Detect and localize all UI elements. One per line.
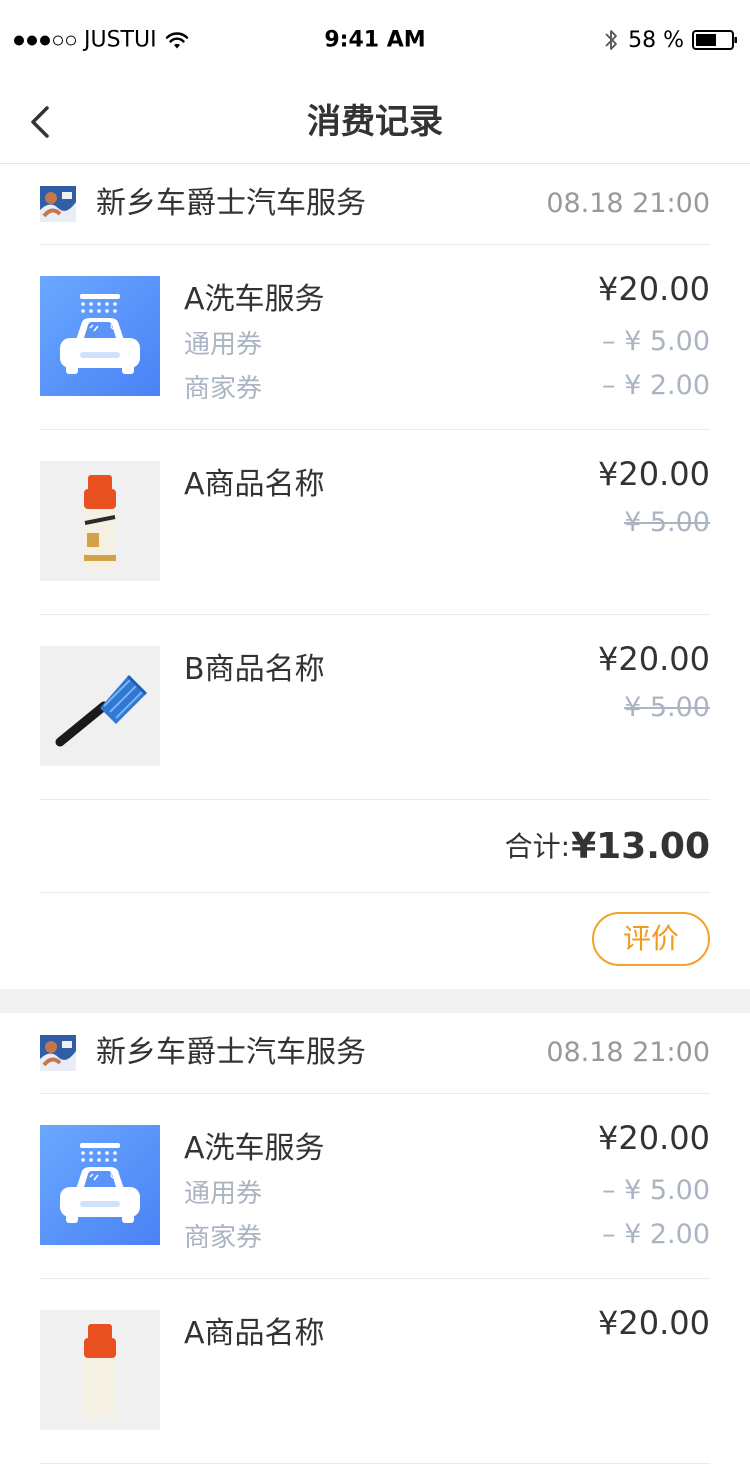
order-card: 新乡车爵士汽车服务 08.18 21:00 A洗车服务 ¥20.00 通用券 – [0, 164, 750, 989]
item-name: A商品名称 [184, 467, 325, 502]
navigation-bar: 消费记录 [0, 80, 750, 164]
item-name: B商品名称 [184, 652, 325, 687]
spray-can-icon [84, 1324, 116, 1418]
car-wash-thumbnail [40, 1125, 160, 1245]
spray-can-icon [84, 475, 116, 569]
coupon-discount: – ¥ 2.00 [602, 1219, 710, 1250]
bluetooth-icon [605, 30, 617, 50]
battery-icon [692, 30, 737, 50]
shop-header[interactable]: 新乡车爵士汽车服务 08.18 21:00 [40, 164, 710, 245]
car-wash-icon [60, 294, 140, 374]
item-price: ¥20.00 [598, 270, 710, 308]
order-card: 新乡车爵士汽车服务 08.18 21:00 A洗车服务 ¥20.00 通用券 –… [0, 1013, 750, 1464]
order-item[interactable]: B商品名称 ¥20.00 ¥ 5.00 [40, 614, 710, 800]
order-item[interactable]: A商品名称 ¥20.00 ¥ 5.00 [40, 429, 710, 615]
status-bar-right: 58 % [604, 27, 738, 53]
order-item[interactable]: A商品名称 ¥20.00 [40, 1278, 710, 1464]
order-time: 08.18 21:00 [546, 1037, 710, 1068]
coupon-discount: – ¥ 2.00 [602, 370, 710, 401]
order-item[interactable]: A洗车服务 ¥20.00 通用券 – ¥ 5.00 商家券 – ¥ 2.00 [40, 244, 710, 430]
item-price: ¥20.00 [598, 1119, 710, 1157]
item-price: ¥20.00 [598, 1304, 710, 1342]
shop-logo-icon [40, 186, 76, 222]
total-amount: ¥13.00 [571, 826, 710, 867]
order-item[interactable]: A洗车服务 ¥20.00 通用券 – ¥ 5.00 商家券 – ¥ 2.00 [40, 1093, 710, 1279]
item-price: ¥20.00 [598, 640, 710, 678]
shop-name: 新乡车爵士汽车服务 [96, 186, 366, 221]
coupon-label: 商家券 [184, 374, 263, 404]
product-thumbnail [40, 461, 160, 581]
coupon-discount: – ¥ 5.00 [602, 1175, 710, 1206]
item-name: A商品名称 [184, 1316, 325, 1351]
car-wash-thumbnail [40, 276, 160, 396]
original-price: ¥ 5.00 [624, 692, 710, 723]
order-total-row: 合计: ¥13.00 [40, 799, 710, 893]
product-thumbnail [40, 1310, 160, 1430]
coupon-label: 通用券 [184, 330, 263, 360]
item-name: A洗车服务 [184, 282, 325, 317]
total-label: 合计: [504, 830, 570, 863]
coupon-discount: – ¥ 5.00 [602, 326, 710, 357]
brush-icon [55, 674, 148, 747]
item-name: A洗车服务 [184, 1131, 325, 1166]
shop-name: 新乡车爵士汽车服务 [96, 1035, 366, 1070]
page-title: 消费记录 [307, 102, 443, 142]
product-thumbnail [40, 646, 160, 766]
coupon-label: 通用券 [184, 1179, 263, 1209]
shop-logo-icon [40, 1035, 76, 1071]
car-wash-icon [60, 1143, 140, 1223]
battery-percentage: 58 % [628, 27, 684, 53]
original-price: ¥ 5.00 [624, 507, 710, 538]
status-bar: JUSTUI 9:41 AM 58 % [0, 0, 750, 53]
review-button[interactable]: 评价 [592, 912, 710, 966]
coupon-label: 商家券 [184, 1223, 263, 1253]
order-time: 08.18 21:00 [546, 188, 710, 219]
section-divider [0, 989, 750, 1013]
item-price: ¥20.00 [598, 455, 710, 493]
shop-header[interactable]: 新乡车爵士汽车服务 08.18 21:00 [40, 1013, 710, 1094]
